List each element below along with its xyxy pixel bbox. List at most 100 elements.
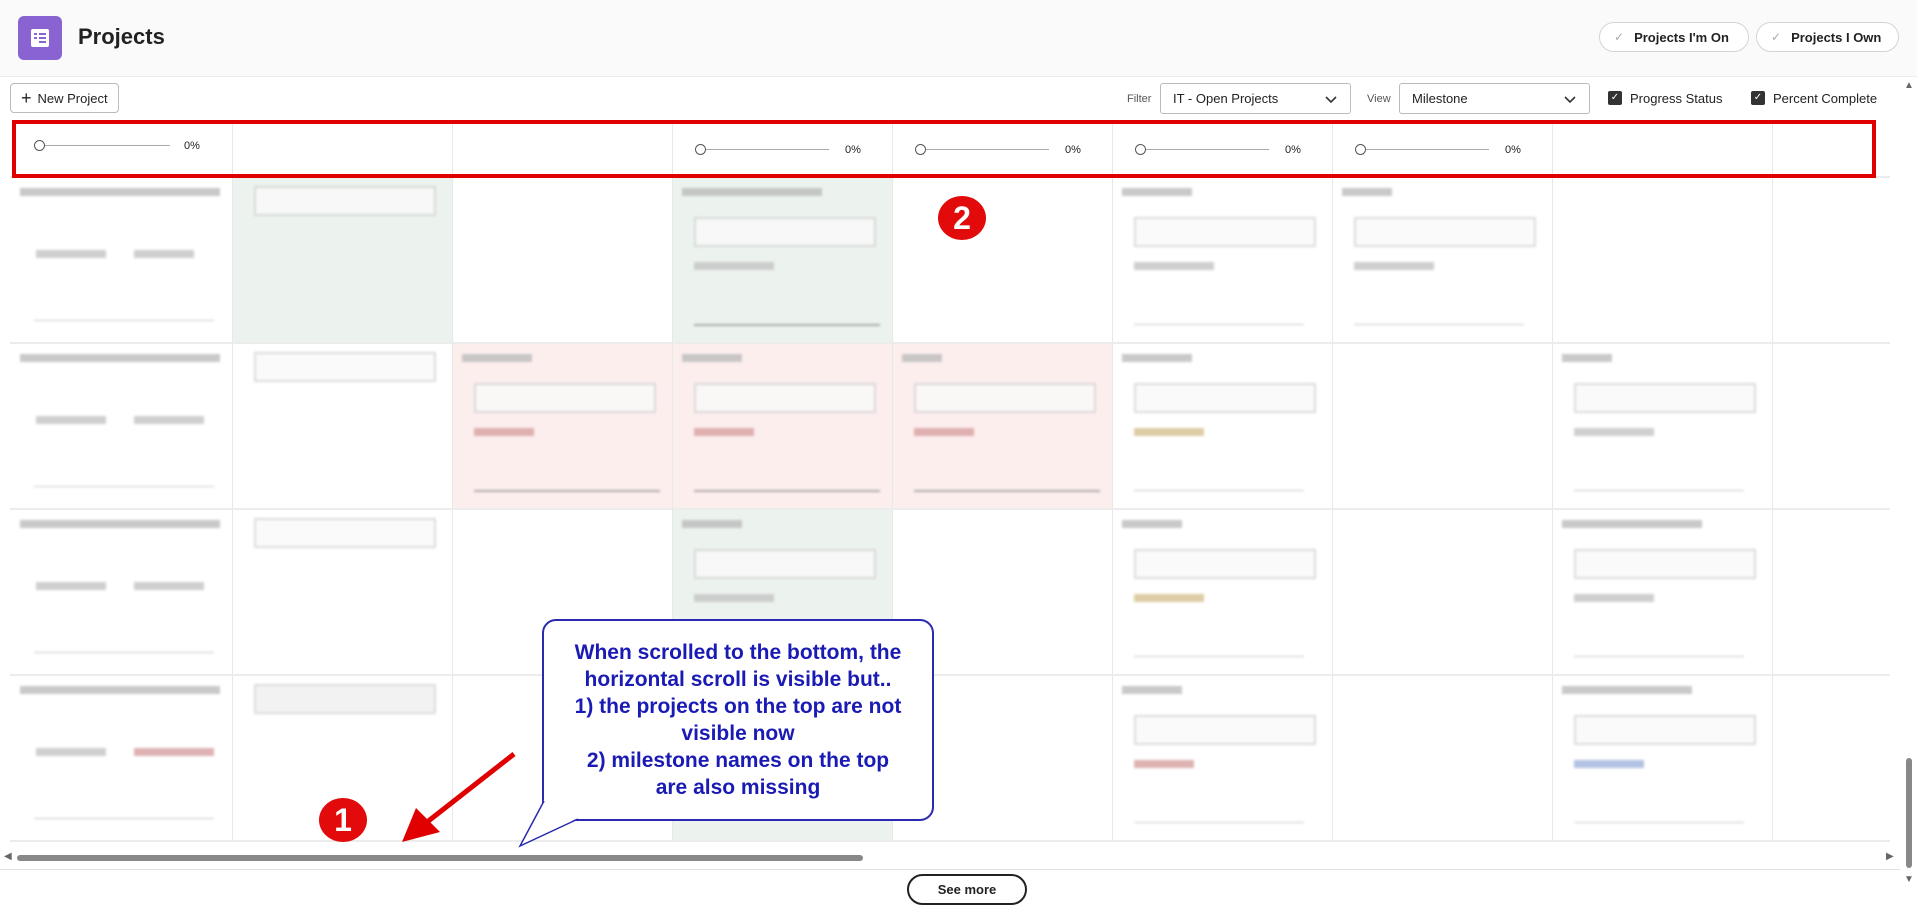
blurred-milestone-name: [1562, 354, 1612, 362]
blurred-milestone-name: [462, 354, 532, 362]
row-divider: [10, 508, 1890, 510]
scroll-up-icon[interactable]: ▲: [1904, 80, 1914, 91]
see-more-button[interactable]: See more: [907, 874, 1027, 905]
blurred-date-field: [254, 186, 436, 216]
blurred-status: [1134, 428, 1204, 436]
blurred-project-name: [20, 188, 220, 196]
blurred-slider: [1574, 480, 1744, 491]
column-divider: [232, 122, 233, 842]
app-header: Projects ✓ Projects I'm On ✓ Projects I …: [0, 0, 1917, 77]
blurred-project-name: [20, 354, 220, 362]
blurred-date-field: [1134, 217, 1316, 247]
blurred-date-field: [694, 383, 876, 413]
blurred-milestone-name: [682, 354, 742, 362]
blurred-milestone-name: [1122, 354, 1192, 362]
blurred-date-field: [474, 383, 656, 413]
callout-line: 1) the projects on the top are not: [574, 695, 902, 718]
blurred-slider: [1574, 812, 1744, 823]
check-icon: ✓: [1614, 30, 1625, 44]
blurred-status: [134, 582, 204, 590]
blurred-status: [134, 748, 214, 756]
blurred-status: [36, 416, 106, 424]
annotation-marker-1: 1: [319, 798, 367, 842]
project-list-icon[interactable]: [18, 16, 62, 60]
blurred-milestone-name: [1562, 686, 1692, 694]
blurred-date-field: [1134, 715, 1316, 745]
callout-line: horizontal scroll is visible but..: [584, 668, 892, 691]
blurred-milestone-name: [1562, 520, 1702, 528]
highlight-box: [12, 120, 1876, 178]
callout-line: visible now: [681, 722, 795, 745]
callout-line: are also missing: [655, 776, 821, 799]
blurred-slider: [914, 480, 1100, 492]
blurred-date-field: [1354, 217, 1536, 247]
blurred-status: [474, 428, 534, 436]
blurred-project-name: [20, 686, 220, 694]
projects-i-own-label: Projects I Own: [1791, 29, 1882, 45]
callout-line: 2) milestone names on the top: [586, 749, 890, 772]
blurred-slider: [694, 480, 880, 492]
blurred-milestone-name: [682, 188, 822, 196]
blurred-status: [694, 594, 774, 602]
projects-i-own-button[interactable]: ✓ Projects I Own: [1756, 22, 1899, 52]
vertical-scrollbar[interactable]: ▲ ▼: [1901, 78, 1917, 888]
blurred-slider: [34, 808, 214, 819]
scroll-left-icon[interactable]: ◀: [4, 851, 12, 862]
column-divider: [1112, 122, 1113, 842]
blurred-slider: [34, 476, 214, 487]
progress-status-checkbox[interactable]: ✓: [1608, 91, 1622, 105]
row-divider: [10, 840, 1890, 842]
blurred-status: [134, 250, 194, 258]
chevron-down-icon: [1325, 96, 1337, 104]
blurred-status: [1134, 262, 1214, 270]
blurred-status: [914, 428, 974, 436]
blurred-status: [1574, 428, 1654, 436]
blurred-slider: [1134, 812, 1304, 823]
filter-value: IT - Open Projects: [1173, 91, 1279, 106]
horizontal-scroll-thumb[interactable]: [17, 855, 863, 861]
blurred-milestone-name: [1122, 188, 1192, 196]
blurred-date-field: [254, 684, 436, 714]
toolbar: + New Project Filter IT - Open Projects …: [0, 78, 1900, 120]
horizontal-scrollbar[interactable]: ◀ ▶: [0, 848, 1905, 868]
blurred-status: [36, 748, 106, 756]
row-divider: [10, 674, 1890, 676]
blurred-milestone-name: [902, 354, 942, 362]
column-divider: [452, 122, 453, 842]
blurred-slider: [1354, 314, 1524, 325]
blurred-status: [36, 582, 106, 590]
percent-complete-checkbox[interactable]: ✓: [1751, 91, 1765, 105]
blurred-milestone-name: [682, 520, 742, 528]
annotation-arrow: [402, 752, 516, 842]
filter-label: Filter: [1127, 93, 1152, 105]
blurred-status: [694, 428, 754, 436]
blurred-status: [1574, 594, 1654, 602]
footer-divider: [0, 869, 1900, 870]
projects-im-on-button[interactable]: ✓ Projects I'm On: [1599, 22, 1749, 52]
filter-select[interactable]: IT - Open Projects: [1160, 83, 1351, 114]
column-divider: [1332, 122, 1333, 842]
vertical-scroll-thumb[interactable]: [1906, 758, 1912, 868]
blurred-milestone-name: [1122, 686, 1182, 694]
blurred-slider: [1134, 314, 1304, 325]
view-select[interactable]: Milestone: [1399, 83, 1590, 114]
blurred-date-field: [1134, 549, 1316, 579]
blurred-date-field: [914, 383, 1096, 413]
blurred-milestone-name: [1122, 520, 1182, 528]
blurred-date-field: [254, 352, 436, 382]
blurred-slider: [1134, 646, 1304, 657]
blurred-status: [1354, 262, 1434, 270]
scroll-down-icon[interactable]: ▼: [1904, 874, 1914, 885]
blurred-slider: [34, 642, 214, 653]
blurred-date-field: [694, 549, 876, 579]
blurred-date-field: [1574, 715, 1756, 745]
row-divider: [10, 342, 1890, 344]
column-divider: [1552, 122, 1553, 842]
blurred-status: [36, 250, 106, 258]
new-project-button[interactable]: + New Project: [10, 83, 119, 113]
page-title: Projects: [78, 24, 165, 49]
blurred-slider: [694, 314, 880, 326]
view-value: Milestone: [1412, 91, 1468, 106]
progress-status-label: Progress Status: [1630, 91, 1723, 106]
scroll-right-icon[interactable]: ▶: [1886, 851, 1894, 862]
